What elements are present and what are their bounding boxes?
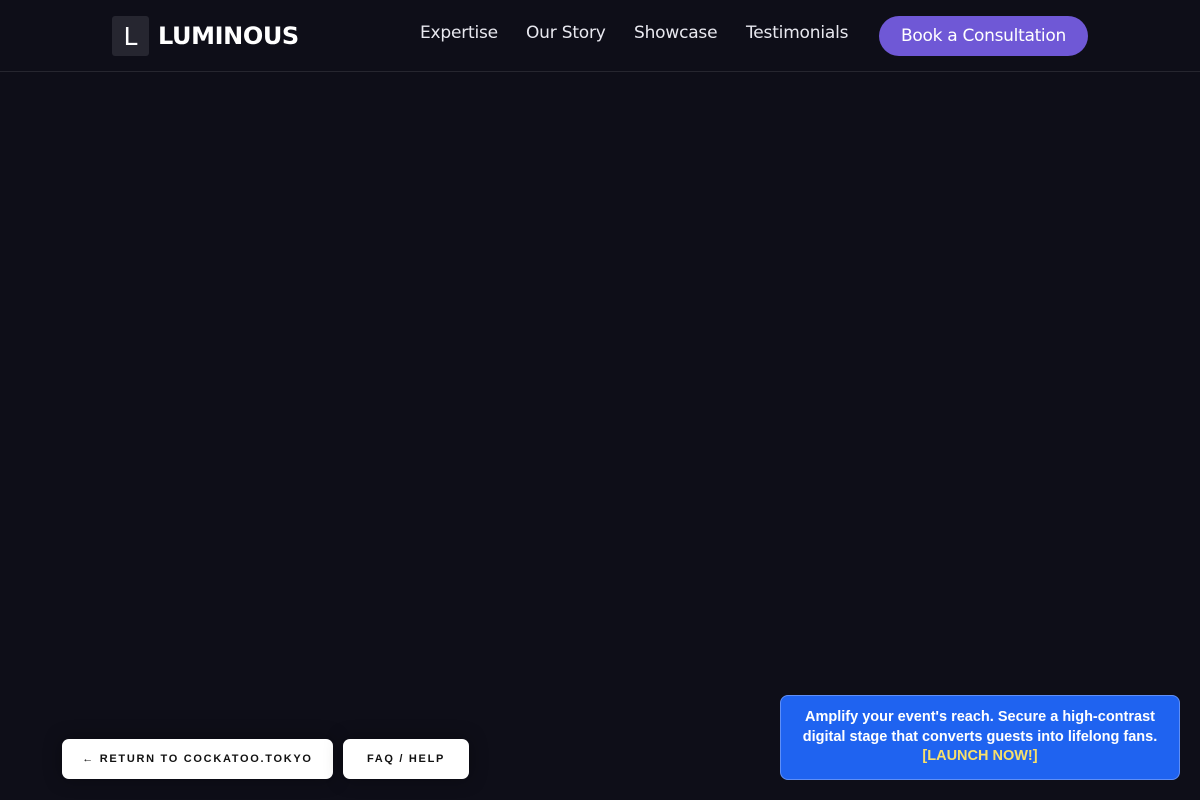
site-header: L LUMINOUS Expertise Our Story Showcase … — [0, 0, 1200, 72]
promo-banner[interactable]: Amplify your event's reach. Secure a hig… — [780, 695, 1180, 780]
faq-help-button[interactable]: FAQ / HELP — [343, 739, 469, 779]
logo-mark: L — [112, 16, 149, 56]
logo[interactable]: L LUMINOUS — [112, 16, 299, 56]
brand-name: LUMINOUS — [158, 22, 299, 50]
nav-link-showcase[interactable]: Showcase — [634, 23, 718, 43]
promo-text: Amplify your event's reach. Secure a hig… — [802, 709, 1158, 745]
book-consultation-button[interactable]: Book a Consultation — [879, 16, 1088, 56]
nav-link-our-story[interactable]: Our Story — [526, 23, 606, 43]
nav-link-expertise[interactable]: Expertise — [420, 23, 498, 43]
nav-link-testimonials[interactable]: Testimonials — [746, 23, 848, 43]
launch-now-link[interactable]: [LAUNCH NOW!] — [922, 748, 1037, 764]
return-to-site-button[interactable]: ← RETURN TO COCKATOO.TOKYO — [62, 739, 333, 779]
